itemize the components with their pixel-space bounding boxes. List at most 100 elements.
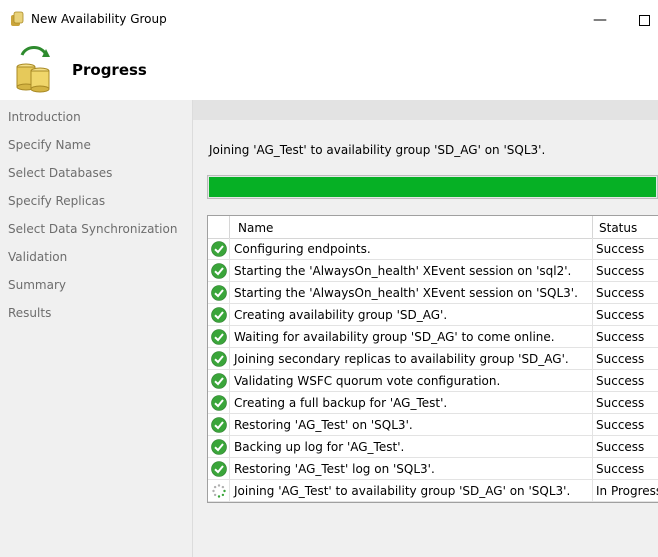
progress-panel: Joining 'AG_Test' to availability group … — [193, 100, 658, 557]
column-separator — [592, 392, 593, 413]
sidebar-item-select-data-synchronization[interactable]: Select Data Synchronization — [8, 222, 177, 236]
row-icon-cell — [208, 370, 230, 391]
row-icon-cell — [208, 458, 230, 479]
title-bar: New Availability Group — — [0, 0, 658, 40]
grid-header: Name Status — [208, 216, 658, 239]
row-status: Success — [596, 440, 645, 454]
row-action-name: Restoring 'AG_Test' log on 'SQL3'. — [234, 462, 435, 476]
success-check-icon — [211, 439, 227, 455]
table-row[interactable]: Starting the 'AlwaysOn_health' XEvent se… — [208, 282, 658, 304]
row-icon-cell — [208, 436, 230, 457]
column-header-name[interactable]: Name — [238, 221, 273, 235]
row-status: Success — [596, 462, 645, 476]
column-separator — [592, 348, 593, 369]
column-separator — [592, 326, 593, 347]
table-row[interactable]: Joining secondary replicas to availabili… — [208, 348, 658, 370]
row-status: Success — [596, 286, 645, 300]
sidebar-item-summary[interactable]: Summary — [8, 278, 66, 292]
sidebar-item-validation[interactable]: Validation — [8, 250, 67, 264]
success-check-icon — [211, 351, 227, 367]
success-check-icon — [211, 307, 227, 323]
column-separator — [592, 370, 593, 391]
column-separator — [592, 216, 593, 238]
row-status: Success — [596, 396, 645, 410]
progress-bar — [207, 175, 658, 199]
table-row[interactable]: Validating WSFC quorum vote configuratio… — [208, 370, 658, 392]
row-icon-cell — [208, 326, 230, 347]
sidebar-item-introduction[interactable]: Introduction — [8, 110, 81, 124]
app-icon — [11, 11, 24, 26]
row-status: Success — [596, 242, 645, 256]
maximize-button[interactable] — [634, 10, 654, 30]
row-status: Success — [596, 352, 645, 366]
icon-column-header — [208, 216, 230, 238]
row-icon-cell — [208, 260, 230, 281]
row-icon-cell — [208, 480, 230, 501]
window-title: New Availability Group — [31, 12, 167, 26]
status-message: Joining 'AG_Test' to availability group … — [209, 143, 546, 157]
table-row[interactable]: Backing up log for 'AG_Test'. Success — [208, 436, 658, 458]
maximize-icon — [638, 15, 650, 26]
row-action-name: Configuring endpoints. — [234, 242, 371, 256]
in-progress-spinner-icon — [212, 484, 226, 498]
column-separator — [592, 304, 593, 325]
row-status: Success — [596, 264, 645, 278]
row-status: In Progress — [596, 484, 658, 498]
success-check-icon — [211, 263, 227, 279]
table-row[interactable]: Configuring endpoints. Success — [208, 238, 658, 260]
table-row[interactable]: Starting the 'AlwaysOn_health' XEvent se… — [208, 260, 658, 282]
row-action-name: Backing up log for 'AG_Test'. — [234, 440, 405, 454]
row-icon-cell — [208, 282, 230, 303]
column-separator — [592, 238, 593, 259]
row-action-name: Starting the 'AlwaysOn_health' XEvent se… — [234, 264, 572, 278]
sidebar-item-specify-name[interactable]: Specify Name — [8, 138, 91, 152]
row-action-name: Creating a full backup for 'AG_Test'. — [234, 396, 448, 410]
page-header: Progress — [0, 40, 658, 100]
row-icon-cell — [208, 348, 230, 369]
success-check-icon — [211, 329, 227, 345]
row-icon-cell — [208, 392, 230, 413]
row-action-name: Starting the 'AlwaysOn_health' XEvent se… — [234, 286, 578, 300]
sidebar-item-specify-replicas[interactable]: Specify Replicas — [8, 194, 105, 208]
success-check-icon — [211, 241, 227, 257]
row-action-name: Waiting for availability group 'SD_AG' t… — [234, 330, 555, 344]
table-row[interactable]: Restoring 'AG_Test' on 'SQL3'. Success — [208, 414, 658, 436]
sidebar-item-results[interactable]: Results — [8, 306, 51, 320]
progress-bar-fill — [209, 177, 656, 197]
success-check-icon — [211, 395, 227, 411]
availability-group-icon — [16, 46, 50, 93]
row-icon-cell — [208, 414, 230, 435]
row-status: Success — [596, 330, 645, 344]
row-action-name: Restoring 'AG_Test' on 'SQL3'. — [234, 418, 413, 432]
column-separator — [592, 414, 593, 435]
row-status: Success — [596, 308, 645, 322]
row-action-name: Joining secondary replicas to availabili… — [234, 352, 569, 366]
column-separator — [592, 458, 593, 479]
row-icon-cell — [208, 238, 230, 259]
row-action-name: Creating availability group 'SD_AG'. — [234, 308, 448, 322]
table-row[interactable]: Creating availability group 'SD_AG'. Succ… — [208, 304, 658, 326]
column-separator — [592, 282, 593, 303]
table-row[interactable]: Creating a full backup for 'AG_Test'. Suc… — [208, 392, 658, 414]
column-header-status[interactable]: Status — [599, 221, 637, 235]
table-row[interactable]: Restoring 'AG_Test' log on 'SQL3'. Succes… — [208, 458, 658, 480]
column-separator — [592, 260, 593, 281]
wizard-sidebar: Introduction Specify Name Select Databas… — [0, 100, 192, 557]
row-icon-cell — [208, 304, 230, 325]
sidebar-item-select-databases[interactable]: Select Databases — [8, 166, 112, 180]
success-check-icon — [211, 285, 227, 301]
progress-details-grid[interactable]: Name Status Configuring endpoints. Succes… — [207, 215, 658, 503]
panel-top-strip — [193, 100, 658, 120]
minimize-button[interactable]: — — [590, 10, 610, 30]
column-separator — [592, 436, 593, 457]
success-check-icon — [211, 373, 227, 389]
success-check-icon — [211, 417, 227, 433]
table-row[interactable]: Waiting for availability group 'SD_AG' t… — [208, 326, 658, 348]
table-row[interactable]: Joining 'AG_Test' to availability group … — [208, 480, 658, 502]
row-status: Success — [596, 374, 645, 388]
page-title: Progress — [72, 61, 147, 79]
row-status: Success — [596, 418, 645, 432]
row-action-name: Validating WSFC quorum vote configuratio… — [234, 374, 501, 388]
success-check-icon — [211, 461, 227, 477]
row-action-name: Joining 'AG_Test' to availability group … — [234, 484, 571, 498]
